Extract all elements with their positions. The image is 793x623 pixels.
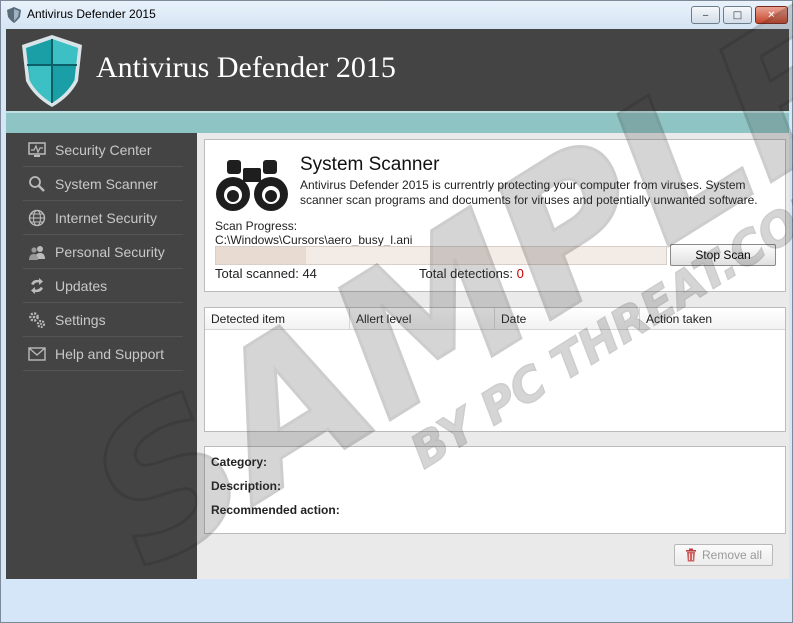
scan-progress-fill: [216, 247, 306, 264]
total-detections-label: Total detections:: [419, 266, 513, 281]
main-content: System Scanner Antivirus Defender 2015 i…: [197, 133, 789, 579]
system-scanner-panel: System Scanner Antivirus Defender 2015 i…: [204, 139, 786, 292]
detection-details-panel: Category: Description: Recommended actio…: [204, 446, 786, 534]
sidebar-item-updates[interactable]: Updates: [23, 269, 183, 303]
stop-scan-button[interactable]: Stop Scan: [670, 244, 776, 266]
sidebar-item-label: System Scanner: [55, 175, 158, 192]
sidebar-item-label: Help and Support: [55, 345, 164, 362]
scan-progress-bar: [215, 246, 667, 265]
scanner-title: System Scanner: [300, 154, 440, 175]
sidebar-item-settings[interactable]: Settings: [23, 303, 183, 337]
sidebar-item-label: Internet Security: [55, 209, 157, 226]
column-header-alert-level[interactable]: Allert level: [350, 308, 495, 330]
maximize-button[interactable]: □: [723, 6, 752, 24]
maximize-icon: □: [732, 9, 743, 21]
gears-icon: [27, 310, 47, 330]
recommended-action-label: Recommended action:: [211, 503, 340, 517]
window-title: Antivirus Defender 2015: [27, 7, 156, 21]
sidebar-item-label: Updates: [55, 277, 108, 294]
app-name-heading: Antivirus Defender 2015: [96, 51, 396, 84]
sidebar-item-personal-security[interactable]: Personal Security: [23, 235, 183, 269]
current-scanned-file: C:\Windows\Cursors\aero_busy_l.ani: [215, 233, 413, 247]
magnifier-icon: [27, 174, 47, 194]
total-detections-count: 0: [516, 266, 524, 281]
scanner-description: Antivirus Defender 2015 is currentrly pr…: [300, 178, 758, 207]
remove-all-button[interactable]: Remove all: [674, 544, 773, 566]
column-header-date[interactable]: Date: [495, 308, 640, 330]
minimize-button[interactable]: ‒: [691, 6, 720, 24]
users-icon: [27, 242, 47, 262]
remove-all-label: Remove all: [701, 548, 763, 562]
close-icon: ✕: [767, 9, 776, 21]
column-header-action-taken[interactable]: Action taken: [640, 308, 785, 330]
total-scanned-count: Total scanned: 44: [215, 266, 317, 281]
trash-icon: [685, 548, 696, 562]
scan-progress-label: Scan Progress:: [215, 219, 298, 233]
shield-logo-icon: [22, 35, 82, 107]
close-button[interactable]: ✕: [755, 6, 788, 24]
sidebar-item-security-center[interactable]: Security Center: [23, 133, 183, 167]
category-label: Category:: [211, 455, 268, 469]
detections-table: Detected item Allert level Date Action t…: [204, 307, 786, 432]
column-header-detected-item[interactable]: Detected item: [205, 308, 350, 330]
sidebar-item-label: Settings: [55, 311, 106, 328]
window-footer: [6, 579, 789, 619]
sidebar-item-help-and-support[interactable]: Help and Support: [23, 337, 183, 371]
detections-table-header: Detected item Allert level Date Action t…: [205, 308, 785, 330]
shield-app-icon: [7, 7, 21, 23]
sidebar-item-internet-security[interactable]: Internet Security: [23, 201, 183, 235]
sidebar-item-label: Personal Security: [55, 243, 165, 260]
envelope-icon: [27, 344, 47, 364]
sidebar: Security Center System Scanner Internet …: [6, 133, 197, 579]
header-accent-band: [6, 111, 789, 133]
description-label: Description:: [211, 479, 282, 493]
title-bar[interactable]: Antivirus Defender 2015 ‒ □ ✕: [1, 1, 792, 29]
minimize-icon: ‒: [702, 9, 709, 21]
app-window: Antivirus Defender 2015 ‒ □ ✕ Antivirus …: [0, 0, 793, 623]
sidebar-item-label: Security Center: [55, 141, 152, 158]
sidebar-item-system-scanner[interactable]: System Scanner: [23, 167, 183, 201]
refresh-icon: [27, 276, 47, 296]
monitor-icon: [27, 140, 47, 160]
total-detections: Total detections: 0: [419, 266, 524, 281]
binoculars-icon: [216, 160, 288, 211]
app-header: Antivirus Defender 2015: [6, 29, 789, 111]
globe-icon: [27, 208, 47, 228]
